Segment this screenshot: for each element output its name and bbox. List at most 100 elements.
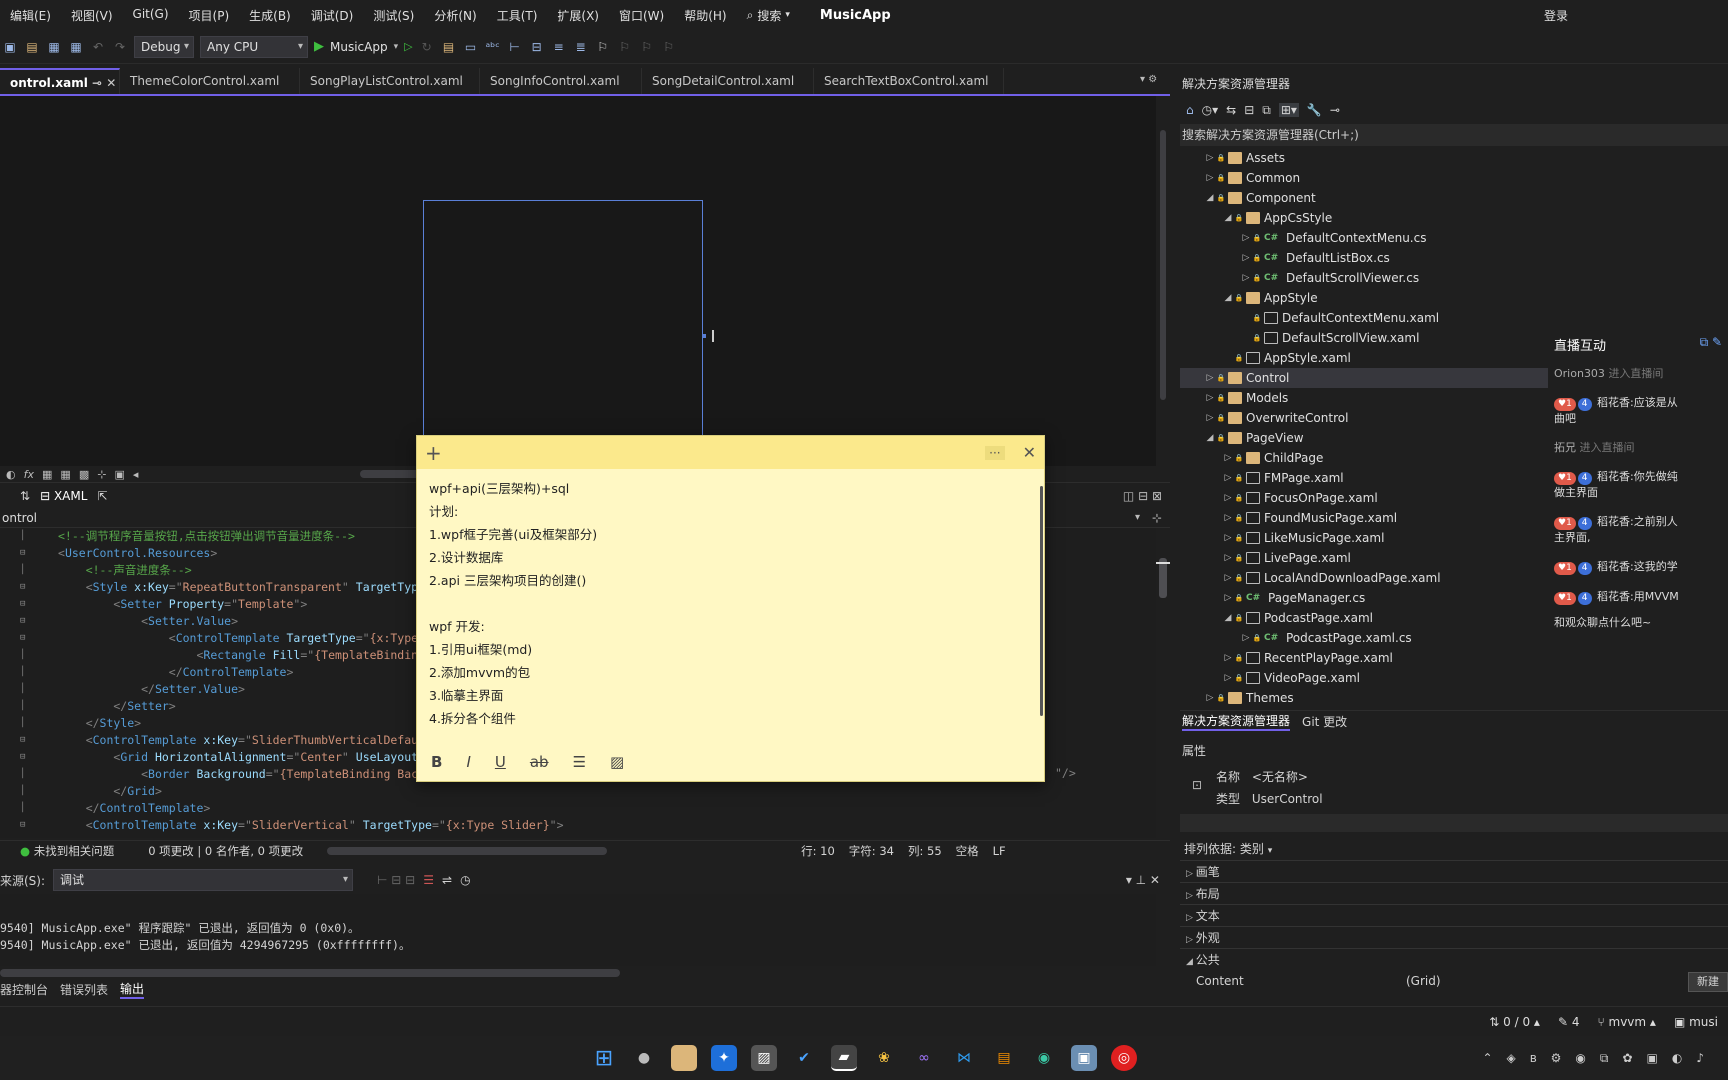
zoom-icon[interactable]: ◐ [6,468,16,481]
bold-icon[interactable]: B [431,753,442,771]
menu-item[interactable]: Git(G) [123,7,179,24]
tree-node[interactable]: 🔒 AppStyle.xaml [1180,348,1548,368]
file-explorer-icon[interactable] [671,1045,697,1071]
menu-item[interactable]: 扩展(X) [547,7,609,24]
grid-icon[interactable]: ▦ [42,468,52,481]
layout-icon[interactable]: ▭ [463,39,479,55]
underline-icon[interactable]: U [495,753,506,771]
vscode-icon[interactable]: ⋈ [951,1045,977,1071]
weixin-icon[interactable]: ❀ [871,1045,897,1071]
tree-node[interactable]: ▷ 🔒 ChildPage [1180,448,1548,468]
tree-node[interactable]: ◢ 🔒 PageView [1180,428,1548,448]
menu-item[interactable]: 调试(D) [301,7,364,24]
tree-node[interactable]: ▷ 🔒 RecentPlayPage.xaml [1180,648,1548,668]
visual-studio-icon[interactable]: ∞ [911,1045,937,1071]
output-tab[interactable]: 错误列表 [60,981,108,998]
menu-item[interactable]: 生成(B) [239,7,301,24]
menu-item[interactable]: 测试(S) [363,7,424,24]
property-category[interactable]: ◢ 公共 [1180,948,1728,970]
menu-item[interactable]: 工具(T) [487,7,548,24]
tree-node[interactable]: ▷ 🔒 C# DefaultScrollViewer.cs [1180,268,1548,288]
sync-icon[interactable]: ⇆ [1226,103,1236,117]
expand-arrow-icon[interactable]: ▷ [1222,528,1234,548]
fold-marker[interactable]: │ [20,783,25,800]
fold-marker[interactable]: │ [20,698,25,715]
design-surface[interactable] [423,200,703,440]
expand-arrow-icon[interactable]: ▷ [1222,508,1234,528]
clear-all-icon[interactable]: ☰ [423,873,434,887]
show-all-icon[interactable]: ⧉ [1262,103,1271,118]
open-folder-icon[interactable]: ▤ [24,39,40,55]
line-indicator[interactable]: 行: 10 [801,843,835,859]
pane-controls[interactable]: ▾ ⊥ ✕ [1126,866,1160,894]
designer-hscroll-thumb[interactable] [360,470,420,478]
close-icon[interactable]: ✕ [1023,443,1036,462]
remote-icon[interactable]: ▣ [1071,1045,1097,1071]
expand-arrow-icon[interactable]: ▷ [1240,268,1252,288]
italic-icon[interactable]: I [466,753,470,771]
col-indicator[interactable]: 列: 55 [908,843,942,859]
tree-node[interactable]: ▷ 🔒 Control [1180,368,1548,388]
note-scrollbar[interactable] [1040,486,1043,716]
fold-marker[interactable]: ⊟ [20,749,25,766]
photos-icon[interactable]: ▨ [751,1045,777,1071]
tree-node[interactable]: ▷ 🔒 OverwriteControl [1180,408,1548,428]
tree-node[interactable]: ▷ 🔒 LikeMusicPage.xaml [1180,528,1548,548]
start-without-debug-icon[interactable]: ▷ [404,40,412,53]
resize-handle-bar[interactable] [712,330,714,342]
new-button[interactable]: 新建 [1688,972,1728,992]
history-icon[interactable]: ◷▾ [1202,103,1219,117]
expand-arrow-icon[interactable]: ◢ [1204,188,1216,208]
expand-arrow-icon[interactable]: ◢ [1222,608,1234,628]
tree-node[interactable]: ▷ 🔒 VideoPage.xaml [1180,668,1548,688]
doc-tab[interactable]: ThemeColorControl.xaml [120,68,300,94]
split-icon[interactable]: ⊹ [1152,508,1162,528]
more-icon[interactable]: ··· [985,445,1005,460]
expand-arrow-icon[interactable]: ▷ [1240,248,1252,268]
expand-arrow-icon[interactable]: ▷ [1240,628,1252,648]
expand-arrow-icon[interactable]: ▷ [1222,468,1234,488]
sort-by[interactable]: 排列依据: 类别 ▾ [1180,838,1728,860]
tree-node[interactable]: ◢ 🔒 AppStyle [1180,288,1548,308]
fold-marker[interactable]: │ [20,664,25,681]
new-project-icon[interactable]: ▣ [2,39,18,55]
expand-arrow-icon[interactable]: ▷ [1204,388,1216,408]
expand-arrow-icon[interactable]: ◢ [1204,428,1216,448]
tree-node[interactable]: ▷ 🔒 Common [1180,168,1548,188]
fold-marker[interactable]: │ [20,528,25,545]
device-icon[interactable]: ▣ [114,468,124,481]
property-category[interactable]: ▷ 外观 [1180,926,1728,948]
code-scrollbar[interactable] [1156,528,1170,838]
expand-arrow-icon[interactable]: ▷ [1204,408,1216,428]
redo-icon[interactable]: ↷ [112,39,128,55]
output-tab[interactable]: 输出 [120,980,145,999]
expand-arrow-icon[interactable]: ▷ [1222,448,1234,468]
char-indicator[interactable]: 字符: 34 [849,843,894,859]
run-target[interactable]: MusicApp [330,40,388,54]
artboard-icon[interactable]: ▩ [79,468,89,481]
align-icon[interactable]: ⊢ [507,39,523,55]
save-icon[interactable]: ▦ [46,39,62,55]
solution-search-input[interactable]: 搜索解决方案资源管理器(Ctrl+;) [1180,124,1728,146]
spellcheck-icon[interactable]: ᵃᵇᶜ [485,39,501,55]
tree-node[interactable]: ▷ 🔒 Themes [1180,688,1548,708]
property-category[interactable]: ▷ 布局 [1180,882,1728,904]
tree-node[interactable]: ▷ 🔒 C# PodcastPage.xaml.cs [1180,628,1548,648]
fold-marker[interactable]: │ [20,715,25,732]
fold-marker[interactable]: ⊟ [20,579,25,596]
config-select[interactable]: Debug [134,35,194,58]
tree-node[interactable]: ◢ 🔒 Component [1180,188,1548,208]
properties-icon[interactable]: 🔧 [1307,103,1322,117]
format-icon[interactable]: ⊟ [529,39,545,55]
menu-item[interactable]: 项目(P) [179,7,240,24]
todo-icon[interactable]: ✔ [791,1045,817,1071]
close-icon[interactable]: ⊸ ✕ [88,76,116,90]
windows-start-icon[interactable]: ⊞ [591,1045,617,1071]
code-scroll-thumb[interactable] [1159,558,1167,598]
doc-tab[interactable]: ontrol.xaml ⊸ ✕ [0,68,120,94]
expand-arrow-icon[interactable]: ▷ [1222,568,1234,588]
expand-arrow-icon[interactable]: ▷ [1240,228,1252,248]
menu-item[interactable]: 编辑(E) [0,7,61,24]
browse-icon[interactable]: ▤ [441,39,457,55]
word-wrap-icon[interactable]: ⇌ [442,873,452,887]
